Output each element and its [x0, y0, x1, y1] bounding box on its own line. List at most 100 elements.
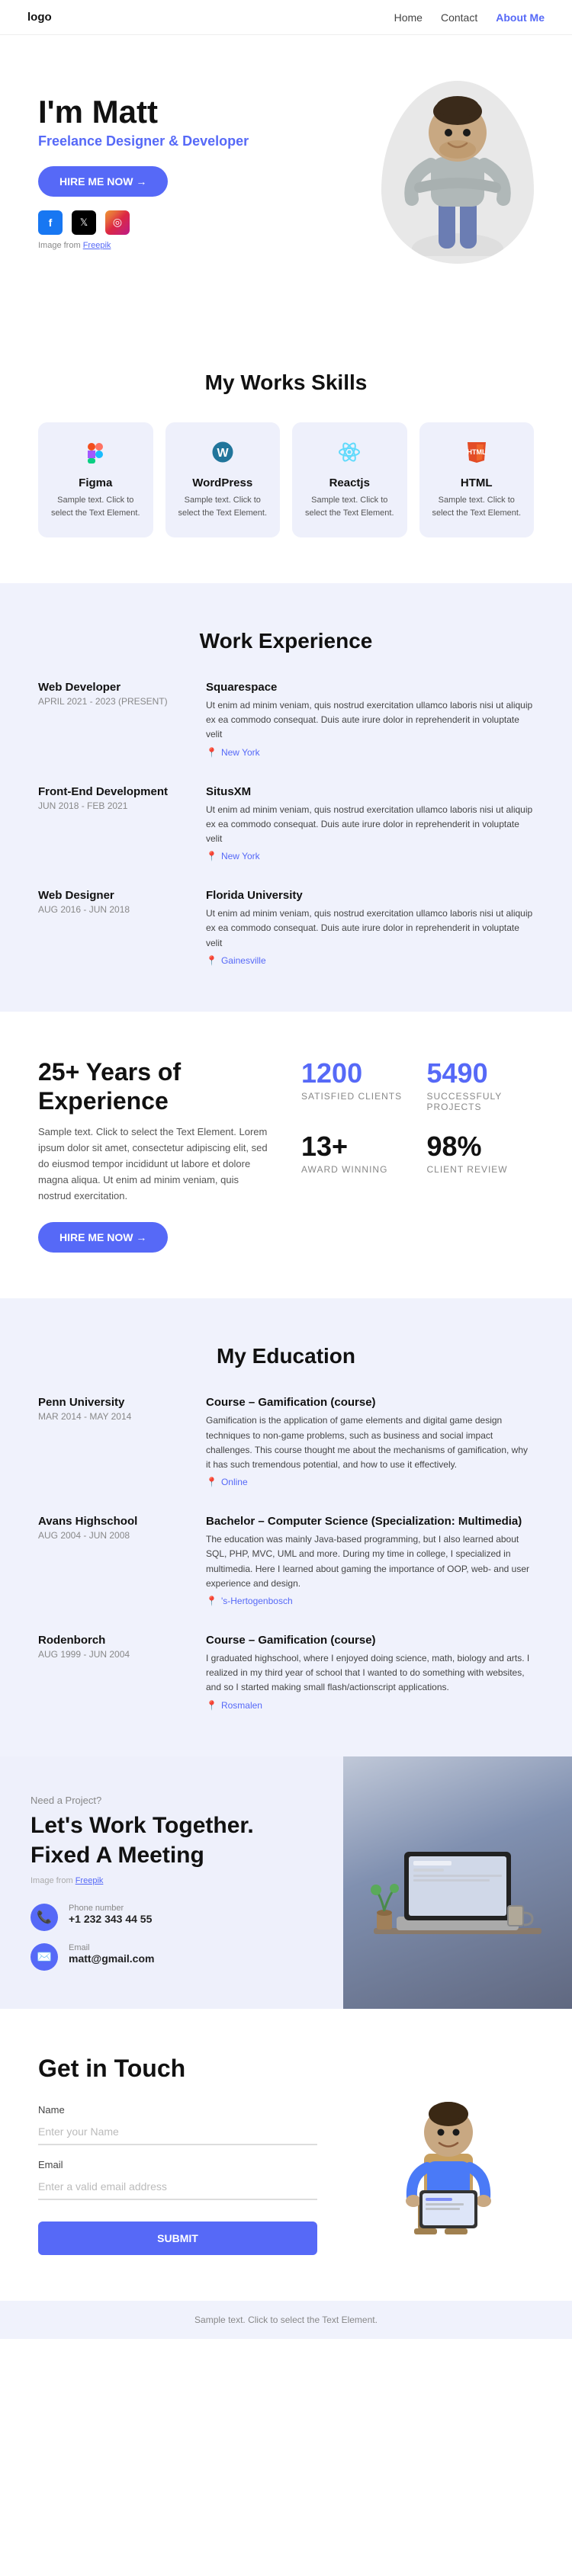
edu-desc-0: Gamification is the application of game …	[206, 1413, 534, 1472]
contact-freepik-link[interactable]: Freepik	[76, 1876, 104, 1885]
edu-date-1: AUG 2004 - JUN 2008	[38, 1530, 191, 1541]
touch-section: Get in Touch Name Email SUBMIT	[0, 2009, 572, 2301]
stat-0: 1200 SATISFIED CLIENTS	[301, 1057, 409, 1112]
location-icon-2: 📍	[206, 955, 217, 966]
phone-value: +1 232 343 44 55	[69, 1913, 152, 1925]
contact-banner-right	[343, 1756, 572, 2009]
work-date-0: APRIL 2021 - 2023 (PRESENT)	[38, 696, 191, 707]
work-location-0: 📍 New York	[206, 747, 534, 758]
hero-image-caption: Image from Freepik	[38, 241, 249, 250]
twitter-icon[interactable]: 𝕏	[72, 210, 96, 235]
hero-section: I'm Matt Freelance Designer & Developer …	[0, 35, 572, 294]
name-input[interactable]	[38, 2119, 317, 2145]
edu-title: My Education	[38, 1344, 534, 1368]
contact-banner: Need a Project? Let's Work Together. Fix…	[0, 1756, 572, 2009]
edu-course-1: Bachelor – Computer Science (Specializat…	[206, 1515, 534, 1528]
work-jobtitle-2: Web Designer	[38, 889, 191, 902]
facebook-icon[interactable]: f	[38, 210, 63, 235]
work-right-1: SitusXM Ut enim ad minim veniam, quis no…	[206, 785, 534, 862]
nav-about[interactable]: About Me	[496, 11, 545, 24]
skill-html-name: HTML	[432, 476, 522, 489]
phone-icon: 📞	[31, 1904, 58, 1931]
contact-banner-left: Need a Project? Let's Work Together. Fix…	[0, 1756, 343, 2009]
submit-button[interactable]: SUBMIT	[38, 2222, 317, 2255]
stat-label-2: AWARD WINNING	[301, 1164, 409, 1175]
hire-me-button[interactable]: HIRE ME NOW →	[38, 166, 168, 197]
work-desc-2: Ut enim ad minim veniam, quis nostrud ex…	[206, 906, 534, 951]
edu-location-icon-1: 📍	[206, 1596, 217, 1606]
work-entry-1: Front-End Development JUN 2018 - FEB 202…	[38, 785, 534, 862]
hero-heading: I'm Matt	[38, 95, 249, 130]
stats-left: 25+ Years of Experience Sample text. Cli…	[38, 1057, 271, 1253]
work-entry-0: Web Developer APRIL 2021 - 2023 (PRESENT…	[38, 681, 534, 758]
laptop-illustration	[366, 1806, 549, 1958]
stat-num-0: 1200	[301, 1057, 409, 1089]
email-input[interactable]	[38, 2174, 317, 2200]
edu-desc-2: I graduated highschool, where I enjoyed …	[206, 1651, 534, 1695]
edu-location-2: 📍 Rosmalen	[206, 1700, 534, 1711]
email-icon: ✉️	[31, 1943, 58, 1971]
work-left-0: Web Developer APRIL 2021 - 2023 (PRESENT…	[38, 681, 191, 758]
edu-entries: Penn University MAR 2014 - MAY 2014 Cour…	[38, 1396, 534, 1710]
work-title: Work Experience	[38, 629, 534, 653]
edu-entry-0: Penn University MAR 2014 - MAY 2014 Cour…	[38, 1396, 534, 1487]
work-location-1: 📍 New York	[206, 851, 534, 861]
svg-text:W: W	[217, 447, 229, 460]
stats-desc: Sample text. Click to select the Text El…	[38, 1124, 271, 1204]
edu-date-2: AUG 1999 - JUN 2004	[38, 1649, 191, 1660]
work-right-0: Squarespace Ut enim ad minim veniam, qui…	[206, 681, 534, 758]
skill-figma-name: Figma	[50, 476, 141, 489]
svg-text:HTML: HTML	[467, 448, 486, 456]
edu-location-icon-2: 📍	[206, 1700, 217, 1711]
edu-school-2: Rodenborch	[38, 1634, 191, 1647]
instagram-icon[interactable]: ◎	[105, 210, 130, 235]
stat-num-2: 13+	[301, 1131, 409, 1163]
skill-figma-desc: Sample text. Click to select the Text El…	[50, 494, 141, 519]
edu-right-0: Course – Gamification (course) Gamificat…	[206, 1396, 534, 1487]
edu-location-icon-0: 📍	[206, 1477, 217, 1487]
skill-react-desc: Sample text. Click to select the Text El…	[304, 494, 395, 519]
hero-subheading: Freelance Designer & Developer	[38, 133, 249, 149]
skill-html-desc: Sample text. Click to select the Text El…	[432, 494, 522, 519]
freepik-link[interactable]: Freepik	[83, 241, 111, 250]
email-label: Email	[69, 1943, 154, 1952]
nav-contact[interactable]: Contact	[441, 11, 477, 24]
edu-location-0: 📍 Online	[206, 1477, 534, 1487]
work-left-2: Web Designer AUG 2016 - JUN 2018	[38, 889, 191, 966]
edu-course-0: Course – Gamification (course)	[206, 1396, 534, 1409]
stat-3: 98% CLIENT REVIEW	[427, 1131, 535, 1175]
touch-right	[348, 2055, 534, 2245]
edu-left-1: Avans Highschool AUG 2004 - JUN 2008	[38, 1515, 191, 1606]
work-jobtitle-0: Web Developer	[38, 681, 191, 694]
contact-phone-text: Phone number +1 232 343 44 55	[69, 1904, 152, 1925]
touch-form: Get in Touch Name Email SUBMIT	[38, 2055, 317, 2255]
edu-entry-2: Rodenborch AUG 1999 - JUN 2004 Course – …	[38, 1634, 534, 1711]
edu-location-1: 📍 's-Hertogenbosch	[206, 1596, 534, 1606]
contact-banner-subtitle: Need a Project?	[31, 1795, 313, 1806]
stat-2: 13+ AWARD WINNING	[301, 1131, 409, 1175]
stat-label-1: SUCCESSFULY PROJECTS	[427, 1091, 535, 1112]
contact-banner-caption: Image from Freepik	[31, 1876, 313, 1885]
person-illustration	[397, 88, 519, 256]
contact-phone-item: 📞 Phone number +1 232 343 44 55	[31, 1904, 313, 1931]
react-icon	[304, 441, 395, 469]
edu-school-0: Penn University	[38, 1396, 191, 1409]
name-form-group: Name	[38, 2104, 317, 2145]
work-right-2: Florida University Ut enim ad minim veni…	[206, 889, 534, 966]
stats-heading: 25+ Years of Experience	[38, 1057, 271, 1116]
contact-email-text: Email matt@gmail.com	[69, 1943, 154, 1965]
stat-1: 5490 SUCCESSFULY PROJECTS	[427, 1057, 535, 1112]
stat-num-1: 5490	[427, 1057, 535, 1089]
email-form-label: Email	[38, 2159, 317, 2170]
hero-text: I'm Matt Freelance Designer & Developer …	[38, 95, 249, 249]
email-value: matt@gmail.com	[69, 1952, 154, 1965]
work-company-1: SitusXM	[206, 785, 534, 798]
footer-text: Sample text. Click to select the Text El…	[194, 2315, 378, 2325]
nav-home[interactable]: Home	[394, 11, 423, 24]
stats-hire-button[interactable]: HIRE ME NOW →	[38, 1222, 168, 1253]
work-jobtitle-1: Front-End Development	[38, 785, 191, 798]
nav-logo: logo	[27, 11, 52, 24]
stat-label-0: SATISFIED CLIENTS	[301, 1091, 409, 1102]
education-section: My Education Penn University MAR 2014 - …	[0, 1298, 572, 1756]
html-icon: HTML	[432, 441, 522, 469]
